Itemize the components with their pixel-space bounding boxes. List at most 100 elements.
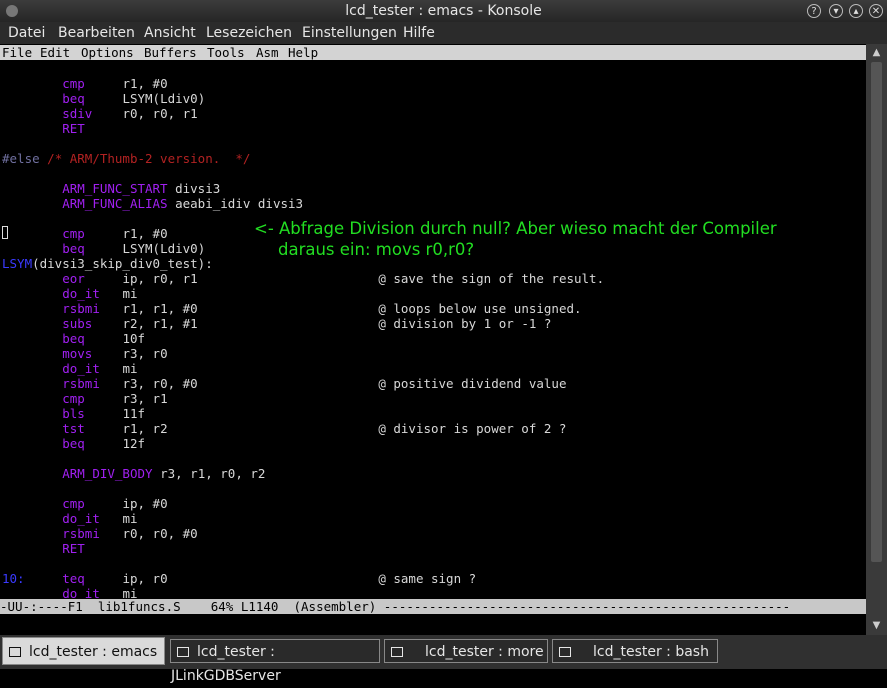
- emacs-menubar: File Edit Options Buffers Tools Asm Help: [0, 45, 866, 60]
- tab-jlinkgdbserver[interactable]: lcd_tester : JLinkGDBServer: [170, 639, 380, 684]
- terminal-icon: [177, 647, 189, 657]
- code-comment: @ same sign ?: [378, 571, 477, 586]
- code-line: beq LSYM(Ldiv0): [2, 91, 205, 106]
- emacs-menu-options[interactable]: Options: [81, 45, 134, 60]
- code-arg: mi: [122, 511, 138, 526]
- minimize-icon[interactable]: ▾: [829, 4, 843, 18]
- code-line: do_it mi: [2, 361, 137, 376]
- code-op: eor: [62, 271, 85, 286]
- scrollbar-thumb[interactable]: [871, 62, 882, 562]
- code-line: RET: [2, 121, 85, 136]
- code-arg: r1, #0: [122, 76, 168, 91]
- code-op: cmp: [62, 496, 85, 511]
- code-comment: @ positive dividend value: [378, 376, 567, 391]
- code-line: beq LSYM(Ldiv0): [2, 241, 205, 256]
- code-op: cmp: [62, 226, 85, 241]
- code-label: LSYM: [2, 256, 33, 271]
- tab-more[interactable]: lcd_tester : more: [384, 639, 548, 663]
- code-line: rsbmi r3, r0, #0 @ positive dividend val…: [2, 376, 566, 391]
- code-op: rsbmi: [62, 301, 100, 316]
- code-arg: divsi3: [175, 181, 221, 196]
- code-op: tst: [62, 421, 85, 436]
- code-op: sdiv: [62, 106, 93, 121]
- code-line: #else /* ARM/Thumb-2 version. */: [2, 151, 250, 166]
- code-comment: @ save the sign of the result.: [378, 271, 605, 286]
- code-op: movs: [62, 346, 93, 361]
- annotation-line-1: <- Abfrage Division durch null? Aber wie…: [254, 219, 777, 238]
- code-line: sdiv r0, r0, r1: [2, 106, 198, 121]
- emacs-menu-help[interactable]: Help: [288, 45, 318, 60]
- code-arg: r1, r1, #0: [122, 301, 198, 316]
- code-line: cmp ip, #0: [2, 496, 168, 511]
- code-line: cmp r3, r1: [2, 391, 167, 406]
- code-op: do_it: [62, 511, 100, 526]
- code-arg: ip, r0: [122, 571, 168, 586]
- menu-datei[interactable]: Datei: [8, 25, 45, 41]
- code-op: subs: [62, 316, 93, 331]
- menu-hilfe[interactable]: Hilfe: [403, 25, 435, 41]
- tab-label: lcd_tester : emacs: [29, 644, 158, 660]
- emacs-menu-buffers[interactable]: Buffers: [144, 45, 197, 60]
- code-arg: (divsi3_skip_div0_test):: [32, 256, 213, 271]
- terminal-icon: [9, 647, 21, 657]
- code-arg: r1, r2: [122, 421, 168, 436]
- code-line: movs r3, r0: [2, 346, 168, 361]
- code-line: ARM_FUNC_START divsi3: [2, 181, 220, 196]
- tab-label: lcd_tester : more: [425, 644, 544, 660]
- menu-ansicht[interactable]: Ansicht: [144, 25, 196, 41]
- code-op: teq: [62, 571, 85, 586]
- code-comment: @ division by 1 or -1 ?: [378, 316, 552, 331]
- code-op: ARM_FUNC_START: [62, 181, 168, 196]
- code-arg: 11f: [122, 406, 146, 421]
- menu-bearbeiten[interactable]: Bearbeiten: [58, 25, 135, 41]
- code-arg: r3, r0: [122, 346, 168, 361]
- emacs-menu-tools[interactable]: Tools: [207, 45, 245, 60]
- code-op: beq: [62, 436, 85, 451]
- code-op: beq: [62, 331, 85, 346]
- code-op: cmp: [62, 76, 85, 91]
- tab-emacs[interactable]: lcd_tester : emacs: [2, 637, 165, 665]
- code-arg: r1, #0: [122, 226, 168, 241]
- code-line: beq 12f: [2, 436, 145, 451]
- code-line: ARM_FUNC_ALIAS aeabi_idiv divsi3: [2, 196, 303, 211]
- code-arg: LSYM(Ldiv0): [122, 91, 206, 106]
- code-line: 10: teq ip, r0 @ same sign ?: [2, 571, 476, 586]
- code-op: do_it: [62, 361, 100, 376]
- code-arg: LSYM(Ldiv0): [122, 241, 206, 256]
- code-arg: ip, r0, r1: [122, 271, 198, 286]
- emacs-menu-edit[interactable]: Edit: [40, 45, 70, 60]
- code-line: do_it mi: [2, 511, 138, 526]
- help-icon[interactable]: ?: [807, 4, 821, 18]
- code-line: do_it mi: [2, 286, 137, 301]
- code-arg: r2, r1, #1: [122, 316, 198, 331]
- konsole-menubar: Datei Bearbeiten Ansicht Lesezeichen Ein…: [0, 22, 887, 44]
- tab-bash[interactable]: lcd_tester : bash: [552, 639, 718, 663]
- code-line: eor ip, r0, r1 @ save the sign of the re…: [2, 271, 604, 286]
- code-comment: /* ARM/Thumb-2 version. */: [47, 151, 251, 166]
- close-icon[interactable]: ✕: [869, 4, 883, 18]
- scroll-down-icon[interactable]: ▼: [870, 619, 883, 632]
- menu-lesezeichen[interactable]: Lesezeichen: [206, 25, 292, 41]
- scroll-up-icon[interactable]: ▲: [870, 46, 883, 59]
- code-line: ARM_DIV_BODY r3, r1, r0, r2: [2, 466, 265, 481]
- annotation-line-2: daraus ein: movs r0,r0?: [278, 240, 475, 259]
- code-line: cmp r1, #0: [2, 226, 168, 241]
- session-tabbar: lcd_tester : emacs lcd_tester : JLinkGDB…: [0, 635, 887, 684]
- code-op: beq: [62, 91, 85, 106]
- code-arg: r0, r0, #0: [122, 526, 198, 541]
- code-op: bls: [62, 406, 85, 421]
- code-arg: ip, #0: [122, 496, 168, 511]
- code-line: RET: [2, 541, 85, 556]
- emacs-menu-file[interactable]: File: [2, 45, 32, 60]
- maximize-icon[interactable]: ▴: [849, 4, 863, 18]
- window-title: lcd_tester : emacs - Konsole: [345, 3, 542, 19]
- code-arg: r0, r0, r1: [122, 106, 198, 121]
- code-line: rsbmi r0, r0, #0: [2, 526, 198, 541]
- code-arg: r3, r1, r0, r2: [160, 466, 266, 481]
- terminal-icon: [391, 647, 403, 657]
- code-op: RET: [62, 121, 85, 136]
- code-line: beq 10f: [2, 331, 145, 346]
- emacs-menu-asm[interactable]: Asm: [256, 45, 279, 60]
- terminal-scrollbar[interactable]: ▲ ▼: [866, 44, 887, 635]
- menu-einstellungen[interactable]: Einstellungen: [302, 25, 397, 41]
